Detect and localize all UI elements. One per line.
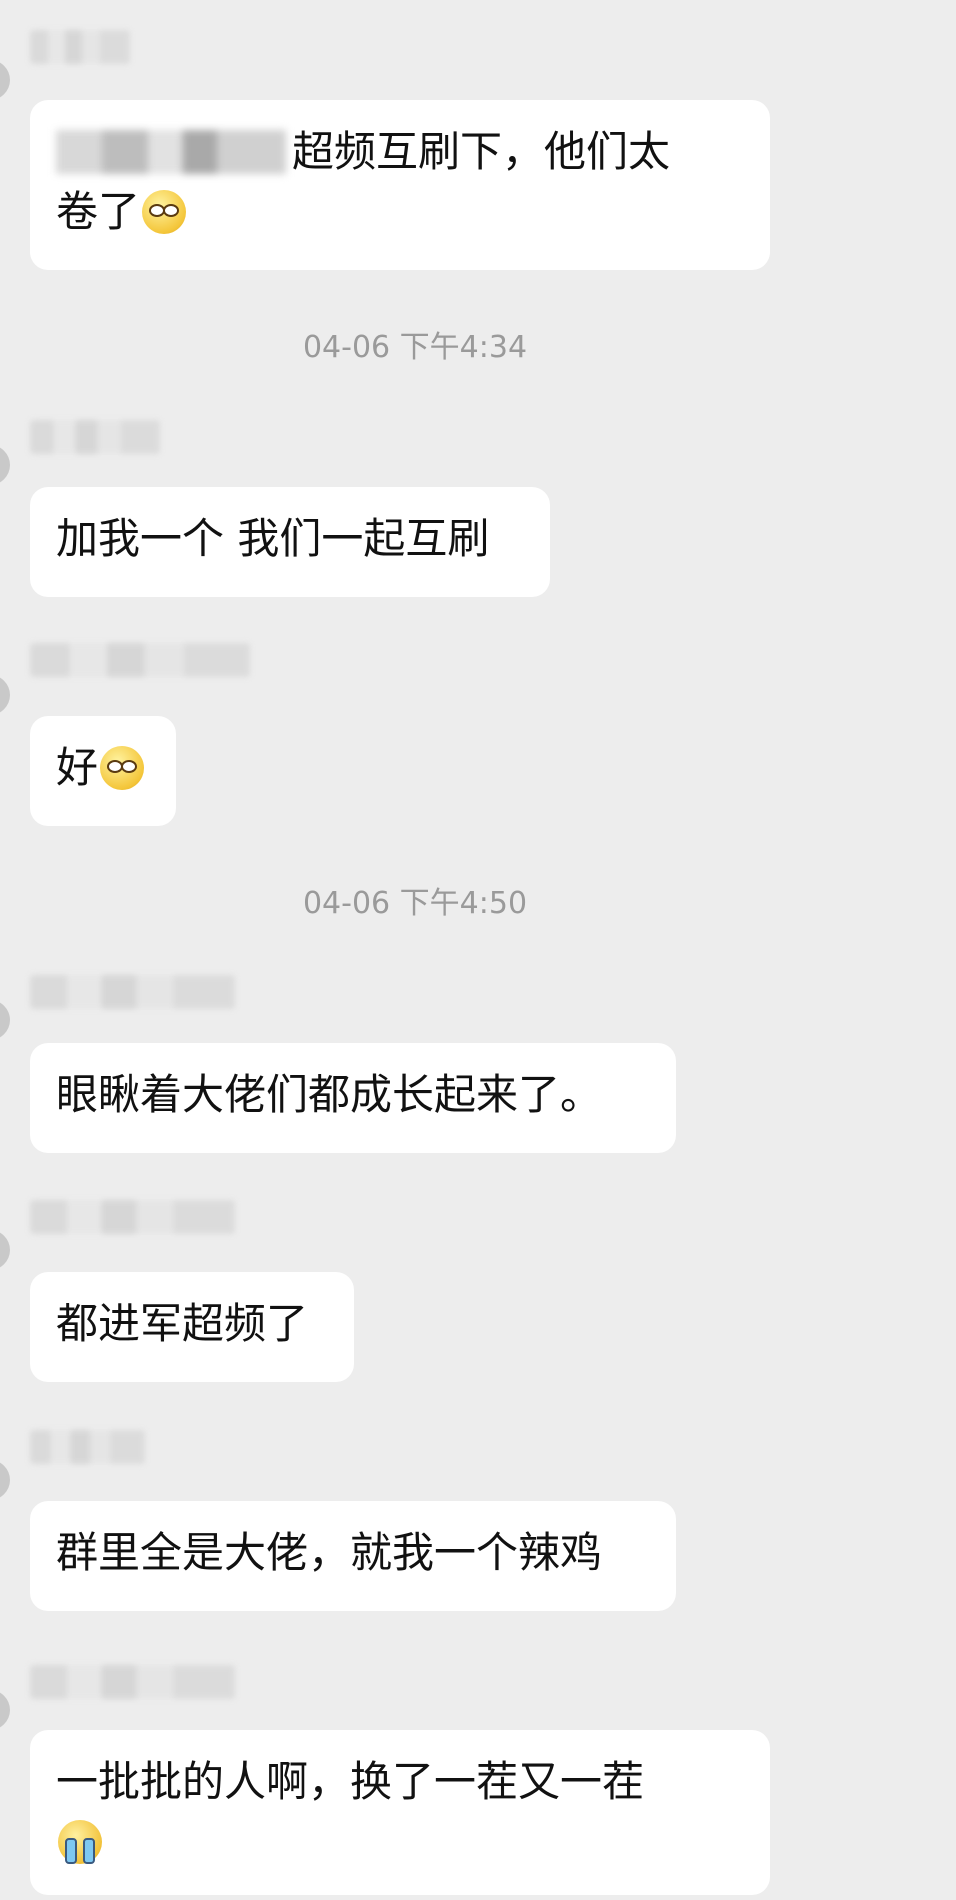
timestamp: 04-06 下午4:34 xyxy=(302,330,528,365)
sender-name-blurred xyxy=(30,975,235,1009)
avatar[interactable] xyxy=(0,675,10,715)
sender-name-blurred xyxy=(30,420,160,454)
message-text: 一批批的人啊，换了一茬又一茬 xyxy=(56,1757,645,1806)
smirk-emoji-icon xyxy=(100,746,145,790)
avatar[interactable] xyxy=(0,1690,10,1730)
mention-blurred xyxy=(56,130,286,174)
message-bubble[interactable]: 一批批的人啊，换了一茬又一茬 xyxy=(30,1730,770,1895)
timestamp: 04-06 下午4:50 xyxy=(302,886,528,921)
message-text: 加我一个 我们一起互刷 xyxy=(56,514,490,563)
avatar[interactable] xyxy=(0,1460,10,1500)
message-line: 超频互刷下，他们太 xyxy=(56,122,744,182)
message-bubble[interactable]: 眼瞅着大佬们都成长起来了。 xyxy=(30,1043,676,1153)
message-text: 卷了 xyxy=(56,187,141,236)
message-text: 好 xyxy=(56,743,99,792)
message-bubble[interactable]: 加我一个 我们一起互刷 xyxy=(30,487,550,597)
message-text: 眼瞅着大佬们都成长起来了。 xyxy=(56,1070,603,1119)
message-line xyxy=(56,1812,744,1872)
message-bubble[interactable]: 都进军超频了 xyxy=(30,1272,354,1382)
sender-name-blurred xyxy=(30,1665,235,1699)
sender-name-blurred xyxy=(30,1430,145,1464)
message-line: 卷了 xyxy=(56,182,744,242)
sender-name-blurred xyxy=(30,1200,235,1234)
message-text: 超频互刷下，他们太 xyxy=(292,127,671,176)
smirk-emoji-icon xyxy=(142,190,187,234)
crying-emoji-icon xyxy=(58,1820,102,1864)
avatar[interactable] xyxy=(0,60,10,100)
avatar[interactable] xyxy=(0,445,10,485)
message-text: 群里全是大佬，就我一个辣鸡 xyxy=(56,1528,603,1577)
message-bubble[interactable]: 好 xyxy=(30,716,176,826)
sender-name-blurred xyxy=(30,30,130,64)
avatar[interactable] xyxy=(0,1000,10,1040)
message-text: 都进军超频了 xyxy=(56,1299,309,1348)
sender-name-blurred xyxy=(30,643,250,677)
avatar[interactable] xyxy=(0,1230,10,1270)
message-bubble[interactable]: 群里全是大佬，就我一个辣鸡 xyxy=(30,1501,676,1611)
message-bubble[interactable]: 超频互刷下，他们太 卷了 xyxy=(30,100,770,270)
